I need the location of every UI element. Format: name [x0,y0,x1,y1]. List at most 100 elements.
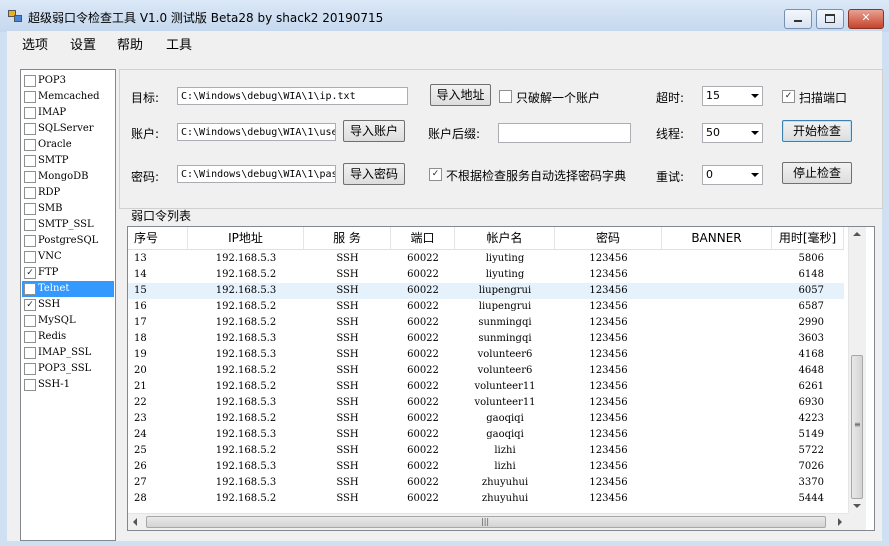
target-input[interactable]: C:\Windows\debug\WIA\1\ip.txt [177,87,408,105]
horizontal-scroll-thumb[interactable]: ||| [146,516,826,528]
table-cell: 22 [134,397,147,408]
table-cell: SSH [336,381,359,392]
service-item[interactable]: Memcached [22,89,114,105]
service-checkbox[interactable] [24,219,36,231]
menu-settings[interactable]: 设置 [70,34,96,53]
account-input[interactable]: C:\Windows\debug\WIA\1\use [177,123,336,141]
stop-check-button[interactable]: 停止检查 [782,162,852,184]
service-list[interactable]: POP3 Memcached IMAP SQLServer Oracle SMTP Mong… [20,69,116,541]
table-cell: SSH [336,429,359,440]
service-item[interactable]: IMAP [22,105,114,121]
close-button[interactable]: ✕ [848,9,884,29]
table-row[interactable]: 23 192.168.5.2 SSH 60022 gaoqiqi 123456 4223 [128,411,844,427]
service-item[interactable]: IMAP_SSL [22,345,114,361]
import-address-button[interactable]: 导入地址 [430,84,491,106]
service-item[interactable]: ✓ FTP [22,265,114,281]
service-checkbox[interactable] [24,251,36,263]
service-checkbox[interactable] [24,347,36,359]
service-item[interactable]: SMTP_SSL [22,217,114,233]
service-item[interactable]: MongoDB [22,169,114,185]
result-list[interactable]: 序号 IP地址服 务端口 帐户名 密码 BANNER 用时[毫秒] 13 192.168.5… [127,226,875,531]
scroll-left-icon[interactable] [133,518,137,526]
service-checkbox[interactable] [24,91,36,103]
service-checkbox[interactable] [24,187,36,199]
service-checkbox[interactable] [24,139,36,151]
service-checkbox[interactable] [24,363,36,375]
service-checkbox[interactable]: ✓ [24,267,36,279]
scan-port-checkbox[interactable]: ✓ [782,90,795,103]
scroll-down-icon[interactable] [853,504,861,508]
column-header[interactable]: 服 务 [304,227,391,249]
table-cell [662,251,772,267]
service-item[interactable]: VNC [22,249,114,265]
retry-select[interactable]: 0 [702,165,763,185]
maximize-button[interactable] [816,9,844,29]
table-row[interactable]: 13 192.168.5.3 SSH 60022 liyuting 123456 5806 [128,251,844,267]
service-checkbox[interactable] [24,171,36,183]
account-suffix-input[interactable] [498,123,631,143]
service-item[interactable]: Redis [22,329,114,345]
column-header[interactable]: 密码 [555,227,662,249]
column-header[interactable]: IP地址 [188,227,304,249]
service-checkbox[interactable]: ✓ [24,299,36,311]
service-item[interactable]: PostgreSQL [22,233,114,249]
menu-tools[interactable]: 工具 [166,34,192,53]
menu-options[interactable]: 选项 [22,34,48,53]
service-checkbox[interactable] [24,283,36,295]
service-item[interactable]: SMB [22,201,114,217]
column-header[interactable]: 端口 [391,227,455,249]
vertical-scrollbar[interactable]: ≡ [848,227,866,513]
service-checkbox[interactable] [24,123,36,135]
service-checkbox[interactable] [24,379,36,391]
table-row[interactable]: 22 192.168.5.3 SSH 60022 volunteer11 123456 69… [128,395,844,411]
service-checkbox[interactable] [24,107,36,119]
table-row[interactable]: 26 192.168.5.3 SSH 60022 lizhi 123456 7026 [128,459,844,475]
table-row[interactable]: 20 192.168.5.2 SSH 60022 volunteer6 123456 464… [128,363,844,379]
import-password-button[interactable]: 导入密码 [343,163,405,185]
only-one-account-checkbox[interactable] [499,90,512,103]
service-item[interactable]: Oracle [22,137,114,153]
table-row[interactable]: 21 192.168.5.2 SSH 60022 volunteer11 123456 62… [128,379,844,395]
table-row[interactable]: 16 192.168.5.2 SSH 60022 liupengrui 123456 658… [128,299,844,315]
service-checkbox[interactable] [24,235,36,247]
service-item[interactable]: SMTP [22,153,114,169]
service-checkbox[interactable] [24,155,36,167]
auto-dict-checkbox[interactable]: ✓ [429,168,442,181]
timeout-select[interactable]: 15 [702,86,763,106]
service-item[interactable]: ✓ SSH [22,297,114,313]
scroll-up-icon[interactable] [853,232,861,236]
column-header[interactable]: BANNER [662,227,772,249]
service-item[interactable]: POP3_SSL [22,361,114,377]
table-row[interactable]: 25 192.168.5.2 SSH 60022 lizhi 123456 5722 [128,443,844,459]
table-row[interactable]: 15 192.168.5.3 SSH 60022 liupengrui 123456 605… [128,283,844,299]
table-row[interactable]: 19 192.168.5.3 SSH 60022 volunteer6 123456 416… [128,347,844,363]
service-item[interactable]: RDP [22,185,114,201]
service-item[interactable]: Telnet [22,281,114,297]
service-checkbox[interactable] [24,331,36,343]
service-item[interactable]: SQLServer [22,121,114,137]
table-row[interactable]: 24 192.168.5.3 SSH 60022 gaoqiqi 123456 5149 [128,427,844,443]
vertical-scroll-thumb[interactable]: ≡ [851,355,863,499]
table-row[interactable]: 14 192.168.5.2 SSH 60022 liyuting 123456 6148 [128,267,844,283]
start-check-button[interactable]: 开始检查 [782,120,852,142]
minimize-button[interactable] [784,9,812,29]
table-row[interactable]: 17 192.168.5.2 SSH 60022 sunmingqi 123456 2990 [128,315,844,331]
table-row[interactable]: 18 192.168.5.3 SSH 60022 sunmingqi 123456 3603 [128,331,844,347]
service-item[interactable]: SSH-1 [22,377,114,393]
service-checkbox[interactable] [24,203,36,215]
column-header[interactable]: 序号 [128,227,188,249]
column-header[interactable]: 用时[毫秒] [772,227,844,249]
horizontal-scrollbar[interactable]: ||| [128,513,848,530]
service-checkbox[interactable] [24,315,36,327]
password-input[interactable]: C:\Windows\debug\WIA\1\pas [177,165,336,183]
service-checkbox[interactable] [24,75,36,87]
threads-select[interactable]: 50 [702,123,763,143]
import-account-button[interactable]: 导入账户 [343,120,405,142]
table-row[interactable]: 28 192.168.5.2 SSH 60022 zhuyuhui 123456 5444 [128,491,844,507]
scroll-right-icon[interactable] [838,518,842,526]
column-header[interactable]: 帐户名 [455,227,555,249]
table-row[interactable]: 27 192.168.5.3 SSH 60022 zhuyuhui 123456 3370 [128,475,844,491]
service-item[interactable]: MySQL [22,313,114,329]
menu-help[interactable]: 帮助 [117,34,143,53]
service-item[interactable]: POP3 [22,73,114,89]
